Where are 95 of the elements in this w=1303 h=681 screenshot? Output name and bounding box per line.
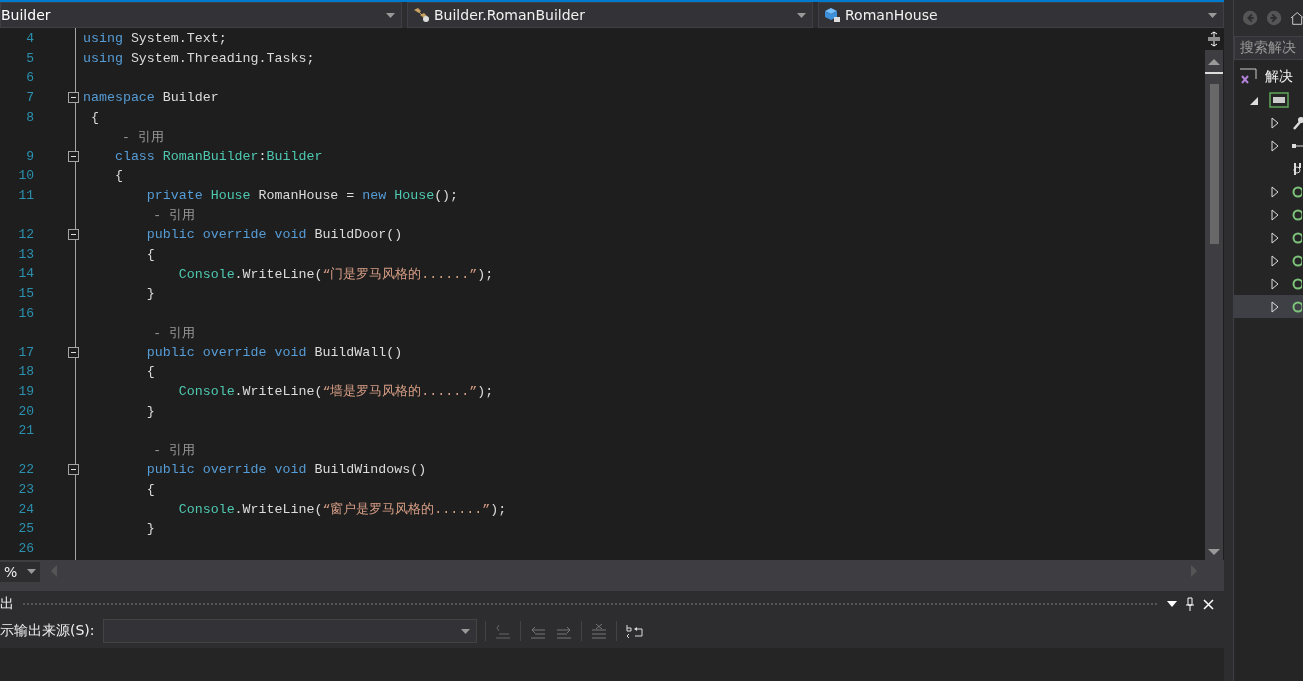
config-icon	[1292, 160, 1303, 177]
line-number: 8	[25, 109, 34, 125]
code-line: public override void BuildWindows()	[145, 462, 427, 478]
caret-icon[interactable]	[797, 12, 806, 18]
navigation-dropdown[interactable]: RomanHouse	[818, 2, 1224, 28]
collapse-icon[interactable]	[68, 346, 79, 358]
collapsed-icon[interactable]	[1270, 277, 1280, 290]
collapsed-icon[interactable]	[1270, 116, 1280, 129]
scroll-up-icon[interactable]	[1208, 58, 1220, 66]
vertical-scrollbar[interactable]	[1205, 28, 1223, 560]
zoom-dropdown[interactable]: %	[0, 561, 40, 582]
line-number: 11	[17, 188, 34, 204]
line-number: 12	[17, 227, 34, 243]
csharp-file-icon	[1292, 208, 1302, 221]
line-number: 4	[25, 31, 34, 47]
code-line: namespace Builder	[83, 90, 219, 106]
line-number: 25	[17, 521, 34, 537]
dropdown-icon[interactable]	[1167, 601, 1177, 607]
tree-item-label: 解决	[1265, 67, 1293, 86]
line-number: 23	[17, 481, 34, 497]
caret-icon[interactable]	[386, 12, 395, 18]
collapsed-icon[interactable]	[1270, 254, 1280, 267]
line-number: 5	[25, 50, 34, 66]
csharp-file-icon	[1292, 231, 1302, 244]
line-number: 13	[17, 246, 34, 262]
navigation-dropdown[interactable]: Builder	[0, 2, 402, 28]
tree-item[interactable]: 解决	[1234, 65, 1303, 88]
code-line: public override void BuildWall()	[145, 344, 403, 360]
line-number: 14	[17, 266, 34, 282]
caret-icon[interactable]	[27, 569, 36, 574]
panel-title: 出	[0, 595, 14, 613]
line-number: 15	[17, 286, 34, 301]
collapse-icon[interactable]	[68, 150, 79, 162]
collapsed-icon[interactable]	[1270, 208, 1280, 221]
search-field[interactable]: 搜索解决	[1234, 36, 1303, 60]
code-line: Console.WriteLine(“门是罗马风格的......”);	[177, 265, 494, 283]
code-line: {	[145, 364, 155, 380]
word-wrap-icon[interactable]	[624, 623, 645, 639]
reference-count[interactable]: - 引用	[83, 206, 195, 225]
collapsed-icon[interactable]	[1270, 300, 1280, 313]
line-number: 16	[17, 305, 34, 321]
collapsed-icon[interactable]	[1270, 139, 1280, 152]
collapsed-icon[interactable]	[1270, 231, 1280, 244]
scroll-down-icon[interactable]	[1208, 548, 1220, 556]
line-number: 22	[17, 462, 34, 478]
line-number: 26	[17, 540, 34, 556]
code-line: private House RomanHouse = new House();	[145, 188, 459, 204]
code-line: public override void BuildDoor()	[145, 227, 403, 243]
line-number: 7	[25, 90, 34, 106]
navigation-dropdown[interactable]: Builder.RomanBuilder	[407, 2, 813, 28]
code-line: Console.WriteLine(“墙是罗马风格的......”);	[177, 383, 494, 401]
wrench-icon	[1292, 115, 1303, 130]
collapse-icon[interactable]	[68, 229, 79, 241]
csharp-file-icon	[1292, 254, 1302, 267]
close-icon[interactable]	[1203, 598, 1214, 610]
home-icon[interactable]	[1290, 10, 1303, 26]
code-line: }	[145, 403, 155, 419]
line-number: 21	[17, 423, 34, 439]
output-source-label: 示输出来源(S):	[0, 622, 95, 640]
scrollbar-thumb[interactable]	[1209, 84, 1219, 244]
code-line: using System.Threading.Tasks;	[83, 50, 315, 66]
line-number: 19	[17, 384, 34, 399]
field-icon	[823, 7, 841, 23]
code-line: Console.WriteLine(“窗户是罗马风格的......”);	[177, 501, 507, 519]
reference-count[interactable]: - 引用	[83, 441, 195, 460]
code-line: class RomanBuilder:Builder	[113, 148, 323, 164]
reference-count[interactable]: - 引用	[83, 127, 164, 146]
line-number: 10	[17, 168, 34, 184]
code-line: {	[145, 481, 155, 497]
csharp-project-icon	[1269, 91, 1289, 108]
code-line: {	[145, 246, 155, 262]
code-line: {	[113, 168, 123, 184]
caret-icon[interactable]	[1208, 12, 1217, 18]
collapsed-icon[interactable]	[1270, 185, 1280, 198]
split-icon[interactable]	[1207, 31, 1221, 47]
collapse-icon[interactable]	[68, 92, 79, 104]
csharp-file-icon	[1292, 300, 1302, 313]
line-number: 6	[25, 70, 34, 86]
pin-icon[interactable]	[1185, 597, 1195, 611]
line-number: 20	[17, 403, 34, 419]
solution-icon	[1239, 67, 1259, 86]
line-number: 18	[17, 364, 34, 380]
reference-count[interactable]: - 引用	[83, 323, 195, 342]
code-line: using System.Text;	[83, 31, 227, 47]
class-icon	[412, 7, 430, 23]
collapse-icon[interactable]	[68, 464, 79, 476]
code-line: }	[145, 286, 155, 301]
caret-icon[interactable]	[460, 628, 470, 634]
csharp-file-icon	[1292, 277, 1302, 290]
line-number: 17	[17, 344, 34, 360]
csharp-file-icon	[1292, 185, 1302, 198]
code-line: }	[145, 521, 155, 537]
code-line: {	[89, 109, 99, 125]
line-number: 9	[25, 148, 34, 164]
line-number: 24	[17, 501, 34, 517]
